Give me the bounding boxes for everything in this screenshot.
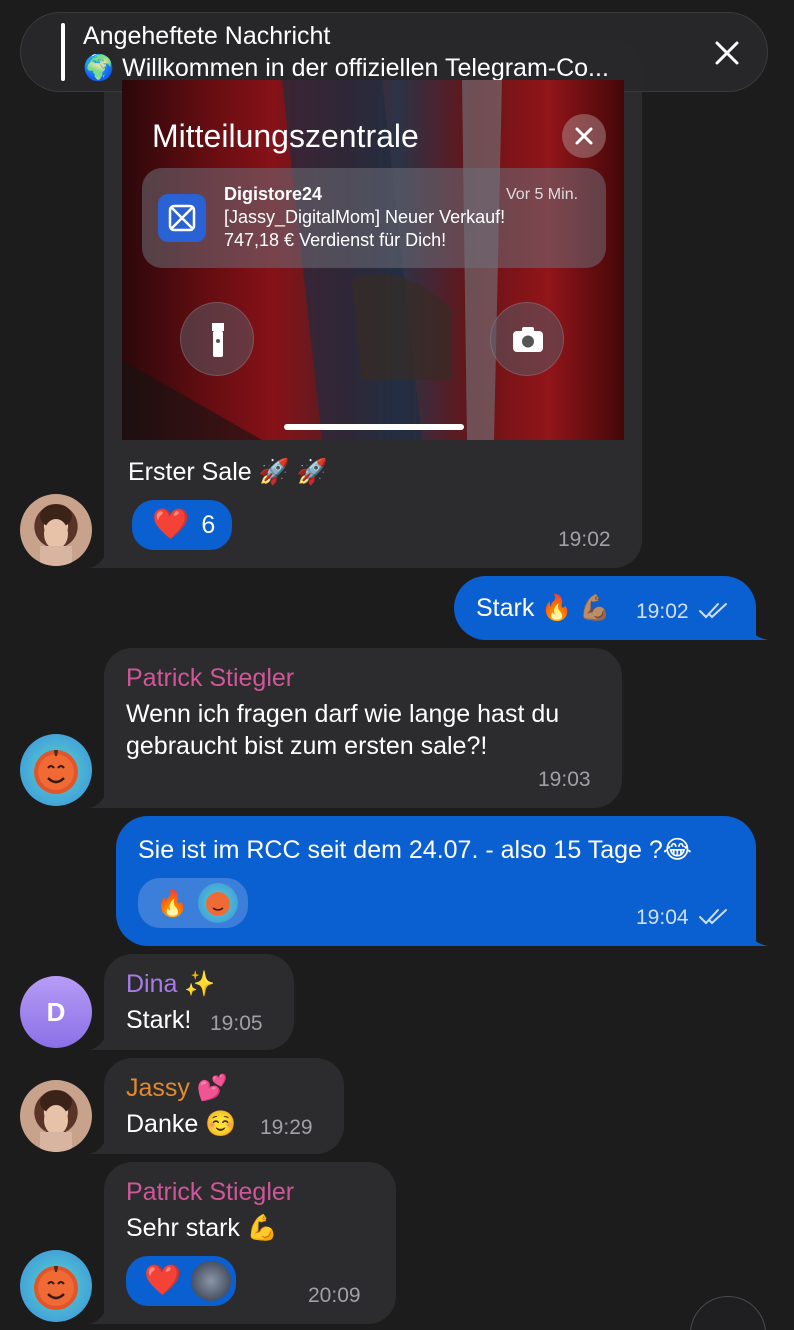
home-indicator (284, 424, 464, 430)
avatar (198, 883, 239, 923)
bubble-tail (90, 540, 120, 568)
message-text: Danke ☺️ (126, 1110, 237, 1138)
globe-icon: 🌍 (83, 54, 115, 82)
avatar[interactable]: D (20, 976, 92, 1048)
flashlight-icon (180, 302, 254, 376)
reaction-fire[interactable]: 🔥 (138, 878, 248, 928)
scroll-down-button[interactable] (690, 1296, 766, 1330)
message-text: Stark! (126, 1006, 192, 1034)
sender-name[interactable]: Jassy 💕 (126, 1074, 228, 1103)
close-icon (562, 114, 606, 158)
incoming-message-bubble[interactable]: Patrick Stiegler Wenn ich fragen darf wi… (104, 648, 622, 808)
sender-name[interactable]: Patrick Stiegler (126, 1178, 294, 1207)
sender-name[interactable]: Patrick Stiegler (126, 664, 294, 693)
notification-line2: 747,18 € Verdienst für Dich! (224, 230, 447, 250)
heart-icon: ❤️ (144, 1264, 182, 1297)
sale-notification: Digistore24 Vor 5 Min. [Jassy_DigitalMom… (142, 168, 606, 268)
pinned-text: Willkommen in der offiziellen Telegram-C… (122, 54, 609, 82)
pinned-title: Angeheftete Nachricht (83, 22, 331, 50)
message-text: Sie ist im RCC seit dem 24.07. - also 15… (138, 836, 692, 864)
avatar[interactable] (20, 1080, 92, 1152)
close-icon[interactable] (711, 37, 743, 69)
message-text-line2: gebraucht bist zum ersten sale?! (126, 732, 488, 760)
sender-name[interactable]: Dina ✨ (126, 970, 216, 999)
bubble-tail (744, 918, 768, 946)
bubble-tail (90, 1022, 120, 1050)
reaction-heart[interactable]: ❤️ (126, 1256, 236, 1306)
avatar[interactable] (20, 1250, 92, 1322)
message-text: Sehr stark 💪 (126, 1214, 279, 1242)
message-time: 19:02 (558, 528, 611, 551)
outgoing-message-bubble[interactable]: Stark 🔥 💪🏽 19:02 (454, 576, 756, 640)
notification-time: Vor 5 Min. (506, 186, 579, 203)
message-text: Erster Sale 🚀 🚀 (128, 458, 328, 486)
avatar[interactable] (20, 734, 92, 806)
avatar-letter: D (46, 996, 66, 1027)
heart-icon: ❤️ (152, 508, 190, 541)
double-check-icon (699, 603, 727, 619)
message-text-line1: Wenn ich fragen darf wie lange hast du (126, 700, 560, 728)
reaction-heart[interactable]: ❤️ 6 (132, 500, 232, 550)
message-time: 19:05 (210, 1012, 263, 1035)
bubble-tail (90, 780, 120, 808)
message-time: 19:02 (636, 600, 689, 623)
message-time: 19:29 (260, 1116, 313, 1139)
avatar[interactable] (20, 494, 92, 566)
incoming-message-bubble[interactable]: Patrick Stiegler Sehr stark 💪 ❤️ 20:09 (104, 1162, 396, 1324)
fire-icon: 🔥 (156, 887, 189, 918)
sale-screenshot-image[interactable]: Mitteilungszentrale Digistore24 Vor 5 Mi… (122, 80, 624, 440)
message-time: 19:03 (538, 768, 591, 791)
pinned-preview: 🌍 Willkommen in der offiziellen Telegram… (83, 54, 609, 83)
reaction-count: 6 (201, 510, 216, 539)
message-time: 20:09 (308, 1284, 361, 1307)
bubble-tail (90, 1126, 120, 1154)
avatar (191, 1261, 232, 1301)
camera-icon (490, 302, 564, 376)
digistore-app-icon (158, 194, 206, 242)
message-text: Stark 🔥 💪🏽 (476, 594, 611, 622)
incoming-message-bubble[interactable]: Jassy 💕 Danke ☺️ 19:29 (104, 1058, 344, 1154)
outgoing-message-bubble[interactable]: Sie ist im RCC seit dem 24.07. - also 15… (116, 816, 756, 946)
notification-line1: [Jassy_DigitalMom] Neuer Verkauf! (224, 207, 506, 227)
notification-center-title: Mitteilungszentrale (152, 118, 419, 154)
bubble-tail (744, 612, 768, 640)
double-check-icon (699, 909, 727, 925)
bubble-tail (90, 1296, 120, 1324)
message-time: 19:04 (636, 906, 689, 929)
notification-app-name: Digistore24 (224, 184, 323, 204)
incoming-message-bubble[interactable]: Dina ✨ Stark! 19:05 (104, 954, 294, 1050)
pinned-indicator (61, 23, 65, 81)
